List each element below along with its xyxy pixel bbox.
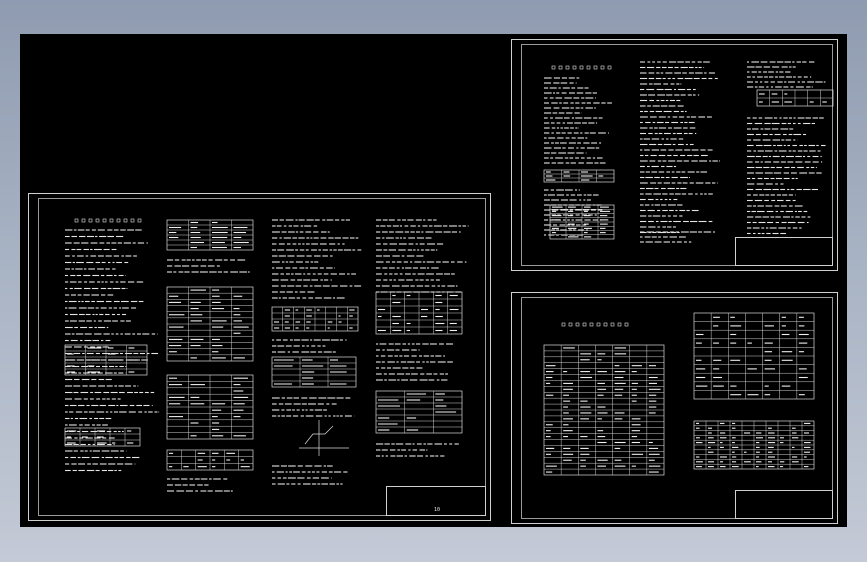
sheet-2-content: [543, 61, 834, 243]
heading-glyph: [130, 218, 135, 223]
heading-glyph: [586, 65, 591, 70]
sheet-3-title-block: [735, 490, 833, 519]
drawing-sheet-3[interactable]: [511, 292, 838, 524]
heading-glyph: [600, 65, 605, 70]
heading-glyph: [551, 65, 556, 70]
heading-glyph: [582, 322, 587, 327]
heading-glyph: [95, 218, 100, 223]
heading-glyph: [81, 218, 86, 223]
heading-glyph: [123, 218, 128, 223]
sheet-3-content: [543, 312, 815, 476]
heading-glyph: [74, 218, 79, 223]
heading-glyph: [561, 322, 566, 327]
heading-glyph: [137, 218, 142, 223]
drawing-sheet-2[interactable]: [511, 39, 838, 271]
heading-glyph: [617, 322, 622, 327]
heading-glyph: [593, 65, 598, 70]
heading-glyph: [624, 322, 629, 327]
heading-glyph: [109, 218, 114, 223]
heading-glyph: [603, 322, 608, 327]
heading-glyph: [572, 65, 577, 70]
heading-glyph: [579, 65, 584, 70]
sheet-2-title-block: [735, 237, 833, 266]
cad-model-space[interactable]: 10: [20, 34, 847, 527]
heading-glyph: [102, 218, 107, 223]
heading-glyph: [607, 65, 612, 70]
heading-glyph: [88, 218, 93, 223]
heading-glyph: [568, 322, 573, 327]
heading-glyph: [558, 65, 563, 70]
heading-glyph: [589, 322, 594, 327]
heading-glyph: [575, 322, 580, 327]
sheet-1-title-block: 10: [386, 486, 486, 516]
sheet-1-content: [64, 218, 469, 492]
heading-glyph: [116, 218, 121, 223]
heading-glyph: [610, 322, 615, 327]
heading-glyph: [565, 65, 570, 70]
drawing-sheet-1[interactable]: 10: [28, 193, 491, 521]
sheet-1-drawing-number: 10: [434, 507, 441, 513]
heading-glyph: [596, 322, 601, 327]
